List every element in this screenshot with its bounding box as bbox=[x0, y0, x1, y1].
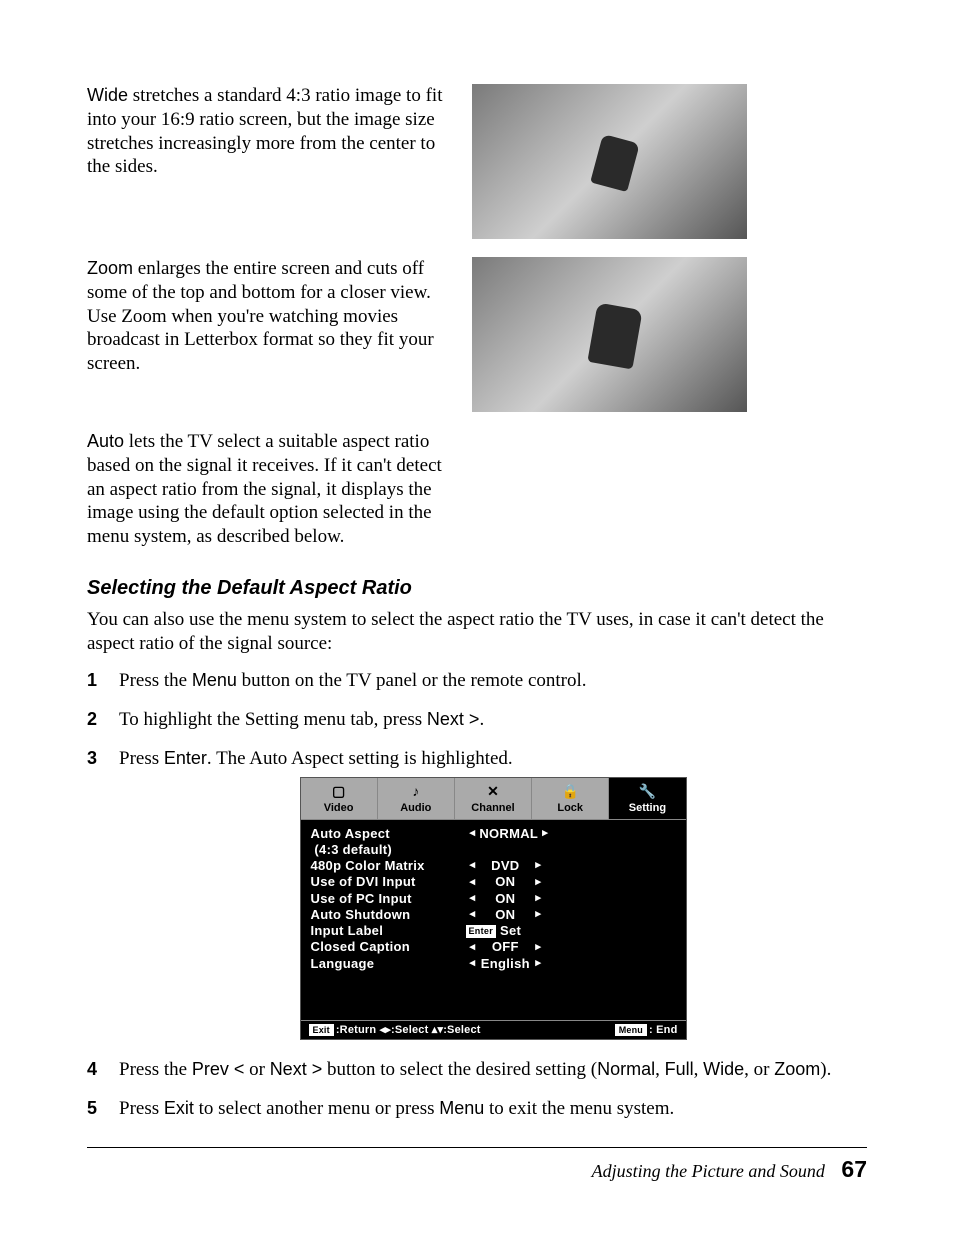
wide-row: Wide stretches a standard 4:3 ratio imag… bbox=[87, 84, 867, 239]
osd-menu: ▢Video ♪Audio ✕Channel 🔒Lock 🔧Setting Au… bbox=[300, 777, 687, 1040]
osd-tab-setting[interactable]: 🔧Setting bbox=[609, 778, 685, 818]
footer-title: Adjusting the Picture and Sound bbox=[592, 1161, 825, 1181]
osd-row-value-wrap: ◂NORMAL▸ bbox=[466, 826, 676, 842]
osd-tab-audio[interactable]: ♪Audio bbox=[378, 778, 455, 818]
page: Wide stretches a standard 4:3 ratio imag… bbox=[0, 0, 954, 1235]
left-arrow-icon[interactable]: ◂ bbox=[466, 957, 480, 971]
right-arrow-icon[interactable]: ▸ bbox=[531, 908, 545, 922]
osd-row[interactable]: Language◂English▸ bbox=[311, 956, 676, 972]
right-arrow-icon[interactable]: ▸ bbox=[531, 876, 545, 890]
osd-row-label: Input Label bbox=[311, 923, 466, 939]
osd-tab-channel[interactable]: ✕Channel bbox=[455, 778, 532, 818]
zoom-paragraph: Zoom enlarges the entire screen and cuts… bbox=[87, 257, 472, 376]
osd-row-value-wrap: ◂English▸ bbox=[466, 956, 676, 972]
channel-icon: ✕ bbox=[455, 782, 531, 800]
wide-image-col bbox=[472, 84, 867, 239]
osd-row-label: Auto Shutdown bbox=[311, 907, 466, 923]
right-arrow-icon[interactable]: ▸ bbox=[531, 892, 545, 906]
auto-term: Auto bbox=[87, 431, 124, 451]
osd-row-value-wrap: ◂OFF▸ bbox=[466, 939, 676, 955]
osd-foot-right: Menu: End bbox=[615, 1023, 678, 1037]
osd-row-value: DVD bbox=[479, 858, 531, 874]
left-arrow-icon[interactable]: ◂ bbox=[466, 941, 480, 955]
osd-foot-left: Exit:Return ◂▸:Select ▴▾:Select bbox=[309, 1023, 481, 1037]
osd-row-value: NORMAL bbox=[479, 826, 538, 842]
osd-row[interactable]: Auto Aspect◂NORMAL▸ bbox=[311, 826, 676, 842]
left-arrow-icon[interactable]: ◂ bbox=[466, 876, 480, 890]
osd-row-label: Use of DVI Input bbox=[311, 874, 466, 890]
left-arrow-icon[interactable]: ◂ bbox=[466, 908, 480, 922]
osd-row[interactable]: Auto Shutdown◂ON▸ bbox=[311, 907, 676, 923]
enter-badge: Enter bbox=[466, 925, 497, 938]
osd-row-label: 480p Color Matrix bbox=[311, 858, 466, 874]
step-1: Press the Menu button on the TV panel or… bbox=[87, 669, 867, 694]
osd-row-value-wrap: ◂ON▸ bbox=[466, 907, 676, 923]
osd-row-value: Set bbox=[500, 923, 521, 939]
zoom-example-image bbox=[472, 257, 747, 412]
right-arrow-icon[interactable]: ▸ bbox=[531, 957, 545, 971]
osd-row-label: (4:3 default) bbox=[311, 842, 466, 858]
osd-row-value-wrap: EnterSet bbox=[466, 923, 676, 939]
auto-body: lets the TV select a suitable aspect rat… bbox=[87, 431, 442, 547]
right-arrow-icon[interactable]: ▸ bbox=[538, 827, 552, 841]
osd-row-value: ON bbox=[479, 891, 531, 907]
zoom-term: Zoom bbox=[87, 258, 133, 278]
left-arrow-icon[interactable]: ◂ bbox=[466, 827, 480, 841]
osd-row[interactable]: Use of DVI Input◂ON▸ bbox=[311, 874, 676, 890]
audio-icon: ♪ bbox=[378, 782, 454, 800]
osd-row[interactable]: Closed Caption◂OFF▸ bbox=[311, 939, 676, 955]
osd-tab-video[interactable]: ▢Video bbox=[301, 778, 378, 818]
wide-body: stretches a standard 4:3 ratio image to … bbox=[87, 85, 442, 177]
step-4: Press the Prev < or Next > button to sel… bbox=[87, 1058, 867, 1083]
step-2: To highlight the Setting menu tab, press… bbox=[87, 708, 867, 733]
osd-row-value: ON bbox=[479, 874, 531, 890]
left-arrow-icon[interactable]: ◂ bbox=[466, 892, 480, 906]
setting-icon: 🔧 bbox=[609, 782, 685, 800]
osd-body: Auto Aspect◂NORMAL▸ (4:3 default)480p Co… bbox=[301, 820, 686, 1020]
osd-row[interactable]: Input LabelEnterSet bbox=[311, 923, 676, 939]
wide-term: Wide bbox=[87, 85, 128, 105]
left-arrow-icon[interactable]: ◂ bbox=[466, 859, 480, 873]
zoom-image-col bbox=[472, 257, 867, 412]
section-heading: Selecting the Default Aspect Ratio bbox=[87, 577, 867, 600]
lock-icon: 🔒 bbox=[532, 782, 608, 800]
osd-tabs: ▢Video ♪Audio ✕Channel 🔒Lock 🔧Setting bbox=[301, 778, 686, 819]
step-5: Press Exit to select another menu or pre… bbox=[87, 1097, 867, 1122]
osd-row-label: Use of PC Input bbox=[311, 891, 466, 907]
right-arrow-icon[interactable]: ▸ bbox=[531, 941, 545, 955]
auto-paragraph: Auto lets the TV select a suitable aspec… bbox=[87, 430, 452, 549]
wide-example-image bbox=[472, 84, 747, 239]
zoom-row: Zoom enlarges the entire screen and cuts… bbox=[87, 257, 867, 412]
osd-row-value: ON bbox=[479, 907, 531, 923]
step-3: Press Enter. The Auto Aspect setting is … bbox=[87, 747, 867, 1041]
zoom-body: enlarges the entire screen and cuts off … bbox=[87, 258, 434, 374]
osd-row-label: Closed Caption bbox=[311, 939, 466, 955]
page-footer: Adjusting the Picture and Sound 67 bbox=[87, 1147, 867, 1183]
section-intro: You can also use the menu system to sele… bbox=[87, 608, 867, 656]
wide-paragraph: Wide stretches a standard 4:3 ratio imag… bbox=[87, 84, 472, 179]
osd-row[interactable]: Use of PC Input◂ON▸ bbox=[311, 891, 676, 907]
osd-foot: Exit:Return ◂▸:Select ▴▾:Select Menu: En… bbox=[301, 1020, 686, 1039]
osd-row[interactable]: 480p Color Matrix◂DVD▸ bbox=[311, 858, 676, 874]
osd-row-value-wrap: ◂DVD▸ bbox=[466, 858, 676, 874]
osd-row[interactable]: (4:3 default) bbox=[311, 842, 676, 858]
footer-page-number: 67 bbox=[841, 1156, 867, 1182]
osd-row-label: Auto Aspect bbox=[311, 826, 466, 842]
osd-row-value-wrap: ◂ON▸ bbox=[466, 891, 676, 907]
right-arrow-icon[interactable]: ▸ bbox=[531, 859, 545, 873]
video-icon: ▢ bbox=[301, 782, 377, 800]
steps-list: Press the Menu button on the TV panel or… bbox=[87, 669, 867, 1121]
osd-tab-lock[interactable]: 🔒Lock bbox=[532, 778, 609, 818]
osd-row-value-wrap: ◂ON▸ bbox=[466, 874, 676, 890]
osd-row-value: English bbox=[479, 956, 531, 972]
osd-row-label: Language bbox=[311, 956, 466, 972]
osd-row-value: OFF bbox=[479, 939, 531, 955]
